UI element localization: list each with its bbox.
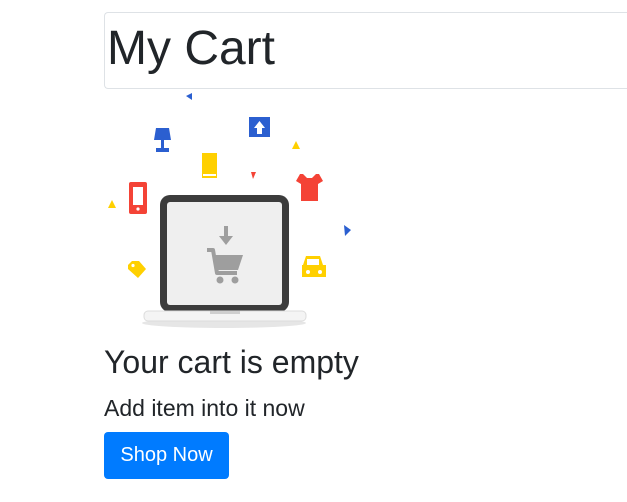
triangle-icon <box>108 200 116 208</box>
triangle-icon <box>344 225 351 236</box>
triangle-icon <box>292 141 300 149</box>
book-icon <box>202 153 217 178</box>
cart-page: My Cart Your cart is empty Add item into… <box>0 0 627 502</box>
phone-icon <box>129 182 147 214</box>
tshirt-icon <box>296 174 323 201</box>
page-title-box: My Cart <box>104 12 627 89</box>
triangle-icon <box>186 93 192 100</box>
lamp-icon <box>154 128 171 152</box>
empty-cart-subtext: Add item into it now <box>104 395 305 421</box>
car-icon <box>302 256 326 277</box>
shop-now-button[interactable]: Shop Now <box>104 432 229 479</box>
empty-cart-illustration <box>108 93 351 328</box>
tag-icon <box>128 261 146 278</box>
empty-cart-heading: Your cart is empty <box>104 344 359 380</box>
triangle-icon <box>251 172 256 179</box>
house-icon <box>249 117 270 137</box>
page-title: My Cart <box>107 22 275 75</box>
